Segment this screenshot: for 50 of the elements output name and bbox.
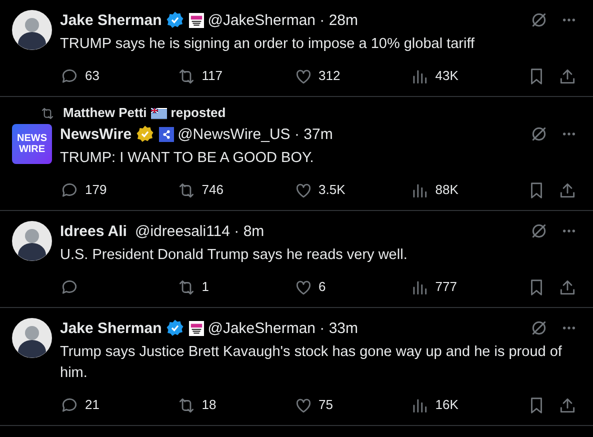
repost-icon xyxy=(176,66,196,86)
reply-icon xyxy=(60,180,79,200)
affiliate-badge-icon xyxy=(188,320,204,336)
affiliate-badge-icon xyxy=(188,12,204,28)
avatar[interactable] xyxy=(12,318,52,358)
reply-icon xyxy=(60,66,79,86)
flag-icon xyxy=(150,108,167,118)
repost-icon xyxy=(176,278,196,296)
repost-label: reposted xyxy=(170,104,226,122)
views-button[interactable]: 43K xyxy=(410,66,527,86)
repost-button[interactable]: 1 xyxy=(176,277,294,297)
share-icon xyxy=(558,396,577,414)
author-name[interactable]: NewsWire xyxy=(60,126,132,142)
repost-icon xyxy=(176,396,196,414)
repost-button[interactable]: 117 xyxy=(176,66,294,86)
repost-button[interactable]: 18 xyxy=(176,395,294,415)
reposter-name[interactable]: Matthew Petti xyxy=(63,103,147,123)
reply-button[interactable]: 179 xyxy=(60,180,177,200)
reply-icon xyxy=(60,396,79,414)
tweet-text: Trump says Justice Brett Kavaugh's stock has gone way up and he is proud of him. xyxy=(60,343,563,383)
affiliate-badge-icon xyxy=(158,126,174,142)
repost-button[interactable]: 746 xyxy=(176,180,294,200)
avatar[interactable] xyxy=(12,10,52,50)
like-button[interactable]: 6 xyxy=(294,277,410,297)
avatar[interactable] xyxy=(12,221,52,261)
views-button[interactable]: 16K xyxy=(410,395,527,415)
handle-and-time: @JakeSherman · 33m xyxy=(208,320,358,336)
views-button[interactable]: 88K xyxy=(410,180,527,200)
tweet-text: TRUMP: I WANT TO BE A GOOD BOY. xyxy=(60,149,315,168)
handle-and-time: @idreesali114 · 8m xyxy=(134,224,264,238)
repost-icon xyxy=(176,180,196,200)
like-button[interactable]: 312 xyxy=(294,66,410,86)
handle-and-time: @JakeSherman · 28m xyxy=(208,12,358,28)
like-button[interactable]: 75 xyxy=(294,395,410,415)
author-name[interactable]: Jake Sherman xyxy=(60,320,162,336)
news-logo[interactable]: NEWS WIRE xyxy=(12,124,52,164)
tweet-text: TRUMP says he is signing an order to impose a 10% global tariff xyxy=(60,35,476,54)
handle-and-time: @NewsWire_US · 37m xyxy=(178,126,333,142)
views-button[interactable]: 777 xyxy=(410,277,527,297)
author-name[interactable]: Idrees Ali xyxy=(60,224,127,238)
repost-icon xyxy=(40,106,55,120)
author-name[interactable]: Jake Sherman xyxy=(60,12,162,28)
share-icon xyxy=(558,278,577,296)
reply-button[interactable]: 21 xyxy=(60,395,177,415)
tweet-text: U.S. President Donald Trump says he reads very well. xyxy=(60,246,408,265)
reply-button[interactable]: 63 xyxy=(60,66,177,86)
share-icon xyxy=(558,66,577,86)
share-icon xyxy=(558,180,577,200)
like-button[interactable]: 3.5K xyxy=(294,180,410,200)
reply-icon xyxy=(60,278,79,296)
